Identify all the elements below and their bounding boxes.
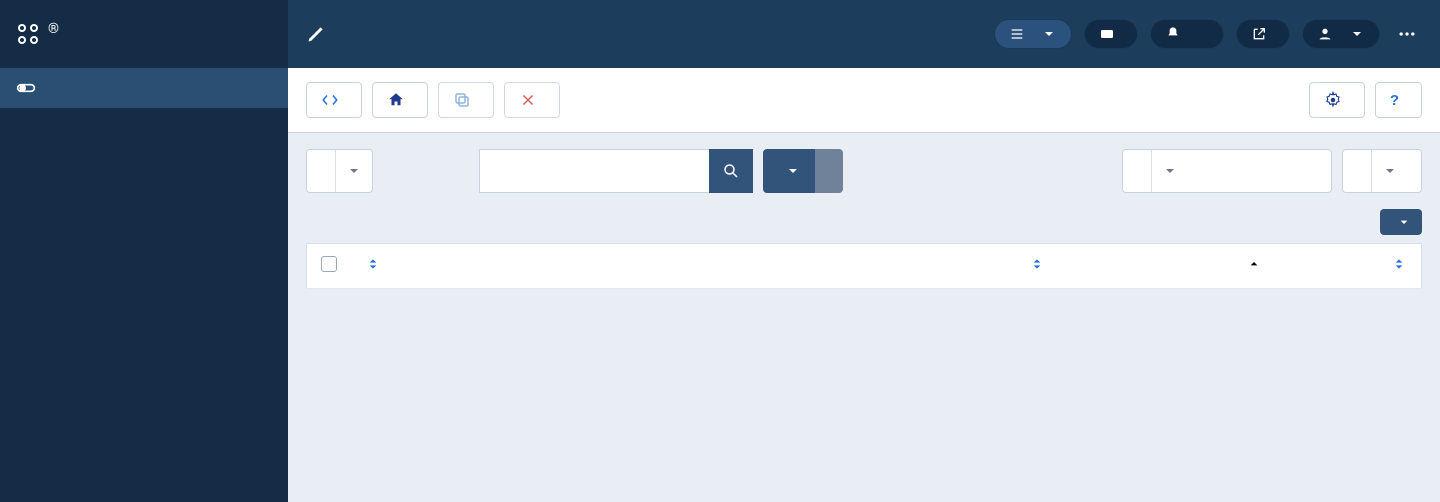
search-input[interactable] [479, 149, 709, 193]
default-button[interactable] [372, 82, 428, 118]
topbar [288, 0, 1440, 68]
user-menu-button[interactable] [1302, 19, 1380, 49]
page-title [306, 24, 982, 44]
search-button[interactable] [709, 149, 753, 193]
toggle-icon [16, 78, 36, 98]
sort-icon [1391, 256, 1407, 272]
brand-name: ® [48, 20, 59, 48]
filter-options-button[interactable] [763, 149, 815, 193]
sort-select[interactable] [1122, 149, 1332, 193]
close-icon [519, 91, 537, 109]
external-link-icon [1251, 26, 1267, 42]
brand[interactable]: ® [0, 0, 288, 68]
styles-table [306, 243, 1422, 289]
sort-icon [365, 256, 381, 272]
pencil-icon [306, 24, 326, 44]
post-install-button[interactable] [1150, 19, 1224, 49]
chevron-down-icon [1151, 150, 1178, 192]
site-link-button[interactable] [1236, 19, 1290, 49]
sidebar: ® [0, 0, 288, 502]
th-template[interactable] [1232, 244, 1362, 289]
ellipsis-icon [1397, 24, 1417, 44]
columns-selector-button[interactable] [1380, 209, 1422, 235]
more-menu-button[interactable] [1392, 24, 1422, 44]
sort-asc-icon [1246, 256, 1262, 272]
duplicate-button [438, 82, 494, 118]
options-button[interactable] [1309, 82, 1365, 118]
sort-icon [1029, 256, 1045, 272]
th-default[interactable] [1029, 260, 1045, 276]
help-button[interactable]: ? [1375, 82, 1422, 118]
joomla-logo-icon [16, 22, 40, 46]
chevron-down-icon [1371, 150, 1398, 192]
templates-button[interactable] [306, 82, 362, 118]
filters-bar [288, 133, 1440, 209]
th-id[interactable] [1391, 260, 1407, 276]
multilingual-status-button[interactable] [1084, 19, 1138, 49]
language-icon [1099, 26, 1115, 42]
chevron-down-icon [335, 150, 362, 192]
copy-icon [453, 91, 471, 109]
search-icon [722, 162, 740, 180]
code-icon [321, 91, 339, 109]
chevron-down-icon [1041, 26, 1057, 42]
caret-down-icon [1396, 214, 1412, 230]
take-tour-button[interactable] [994, 19, 1072, 49]
chevron-down-icon [785, 163, 801, 179]
map-icon [1009, 26, 1025, 42]
toggle-menu[interactable] [0, 68, 288, 108]
th-style[interactable] [365, 260, 381, 276]
delete-button [504, 82, 560, 118]
th-preview [882, 244, 982, 289]
pagination-info [288, 289, 1440, 313]
bell-icon [1165, 26, 1181, 42]
limit-select[interactable] [1342, 149, 1422, 193]
gear-icon [1324, 91, 1342, 109]
question-icon: ? [1390, 92, 1399, 109]
home-icon [387, 91, 405, 109]
action-toolbar: ? [288, 68, 1440, 133]
styles-table-wrap [288, 243, 1440, 289]
th-pages [1092, 244, 1232, 289]
client-select[interactable] [306, 149, 373, 193]
clear-button[interactable] [815, 149, 843, 193]
user-icon [1317, 26, 1333, 42]
chevron-down-icon [1349, 26, 1365, 42]
select-all-checkbox[interactable] [321, 256, 337, 272]
